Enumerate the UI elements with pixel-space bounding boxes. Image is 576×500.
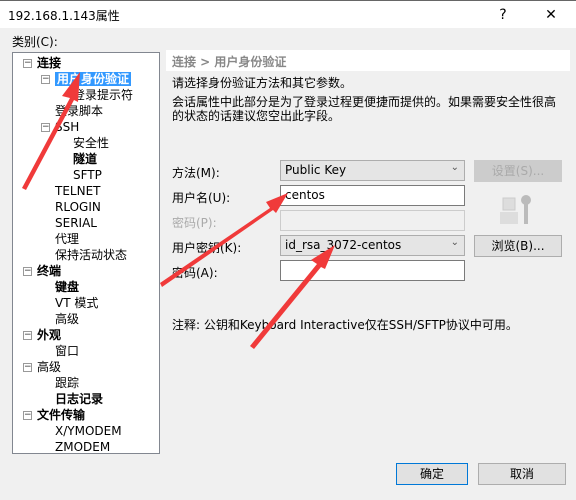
tree-item[interactable]: 窗口	[55, 343, 79, 359]
tree-item[interactable]: 保持活动状态	[55, 247, 127, 263]
breadcrumb: 连接 > 用户身份验证	[166, 50, 570, 71]
tree-item[interactable]: 用户身份验证	[55, 71, 132, 87]
tree-item[interactable]: 文件传输	[37, 407, 85, 423]
tree-item-label: 高级	[37, 360, 62, 374]
tree-item[interactable]: 跟踪	[55, 375, 79, 391]
user-key-label: 用户密钥(K):	[172, 241, 242, 255]
collapse-icon[interactable]: −	[23, 267, 32, 276]
tree-item[interactable]: 登录脚本	[55, 103, 103, 119]
tree-item-label: SERIAL	[55, 216, 97, 230]
chevron-down-icon: ⌄	[450, 162, 459, 173]
tree-item[interactable]: X/YMODEM	[55, 423, 122, 439]
tree-item[interactable]: TELNET	[55, 183, 101, 199]
method-select[interactable]: Public Key ⌄	[280, 160, 465, 181]
tree-item[interactable]: SSH	[55, 119, 79, 135]
tree-item-label: X/YMODEM	[55, 424, 122, 438]
tree-item-label: 保持活动状态	[55, 248, 128, 262]
collapse-icon[interactable]: −	[23, 59, 32, 68]
collapse-icon[interactable]: −	[41, 75, 50, 84]
tree-item-label: 隧道	[73, 152, 98, 166]
settings-button[interactable]: 设置(S)...	[474, 160, 562, 182]
tree-item[interactable]: VT 模式	[55, 295, 98, 311]
tree-item-label: 跟踪	[55, 376, 80, 390]
tree-item-label: 文件传输	[37, 408, 86, 422]
tree-item[interactable]: 终端	[37, 263, 61, 279]
tree-item[interactable]: ZMODEM	[55, 439, 110, 455]
tree-item-label: 终端	[37, 264, 62, 278]
tree-item-label: ZMODEM	[55, 440, 111, 454]
tree-item-label: 外观	[37, 328, 62, 342]
user-key-icon	[500, 195, 531, 224]
description-line-2: 会话属性中此部分是为了登录过程更便捷而提供的。如果需要安全性很高	[172, 95, 557, 109]
description-line-3: 的状态的话建议您空出此字段。	[172, 109, 341, 123]
tree-item-label: SSH	[55, 120, 80, 134]
username-label: 用户名(U):	[172, 191, 231, 205]
browse-button[interactable]: 浏览(B)...	[474, 235, 562, 257]
tree-item-label: 窗口	[55, 344, 80, 358]
tree-item-label: 键盘	[55, 280, 80, 294]
tree-item[interactable]: 键盘	[55, 279, 79, 295]
tree-item[interactable]: RLOGIN	[55, 199, 101, 215]
passphrase-label: 密码(A):	[172, 266, 218, 280]
cancel-button[interactable]: 取消	[478, 463, 566, 485]
ok-button[interactable]: 确定	[396, 463, 468, 485]
tree-item-label: 代理	[55, 232, 80, 246]
tree-item[interactable]: SFTP	[73, 167, 102, 183]
passphrase-input[interactable]	[280, 260, 465, 281]
description-line-1: 请选择身份验证方法和其它参数。	[172, 76, 353, 90]
tree-item[interactable]: 连接	[37, 55, 61, 71]
password-input	[280, 210, 465, 231]
tree-item[interactable]: 高级	[37, 359, 61, 375]
title-bar: 192.168.1.143属性 ? ✕	[0, 0, 576, 28]
tree-item-label: 用户身份验证	[55, 72, 132, 86]
tree-item[interactable]: 登录提示符	[73, 87, 133, 103]
tree-item-label: 连接	[37, 56, 62, 70]
tree-item-label: 安全性	[73, 136, 110, 150]
method-label: 方法(M):	[172, 166, 220, 180]
password-label: 密码(P):	[172, 216, 217, 230]
method-value: Public Key	[285, 163, 347, 177]
tree-item[interactable]: 安全性	[73, 135, 109, 151]
tree-item[interactable]: 隧道	[73, 151, 97, 167]
note-text: 注释: 公钥和Keyboard Interactive仅在SSH/SFTP协议中…	[172, 318, 518, 332]
tree-item-label: 登录脚本	[55, 104, 104, 118]
collapse-icon[interactable]: −	[41, 123, 50, 132]
help-button[interactable]: ?	[488, 4, 518, 26]
user-key-select[interactable]: id_rsa_3072-centos ⌄	[280, 235, 465, 256]
category-tree[interactable]: 连接 − 用户身份验证 − 登录提示符 登录脚本 SSH − 安全性 隧道 SFTP TELNET RL…	[12, 52, 160, 454]
tree-item-label: SFTP	[73, 168, 102, 182]
tree-item-label: 高级	[55, 312, 80, 326]
close-button[interactable]: ✕	[536, 4, 566, 26]
tree-item[interactable]: 代理	[55, 231, 79, 247]
collapse-icon[interactable]: −	[23, 411, 32, 420]
tree-item[interactable]: 外观	[37, 327, 61, 343]
tree-item-label: RLOGIN	[55, 200, 101, 214]
window-title: 192.168.1.143属性	[8, 9, 120, 23]
collapse-icon[interactable]: −	[23, 363, 32, 372]
tree-item-label: VT 模式	[55, 296, 99, 310]
tree-item[interactable]: 高级	[55, 311, 79, 327]
username-input[interactable]: centos	[280, 185, 465, 206]
collapse-icon[interactable]: −	[23, 331, 32, 340]
tree-item-label: 日志记录	[55, 392, 104, 406]
chevron-down-icon: ⌄	[450, 237, 459, 248]
tree-item-label: TELNET	[55, 184, 101, 198]
tree-item-label: 登录提示符	[73, 88, 134, 102]
category-label: 类别(C):	[12, 35, 58, 49]
tree-item[interactable]: SERIAL	[55, 215, 97, 231]
tree-item[interactable]: 日志记录	[55, 391, 103, 407]
user-key-value: id_rsa_3072-centos	[285, 238, 402, 252]
